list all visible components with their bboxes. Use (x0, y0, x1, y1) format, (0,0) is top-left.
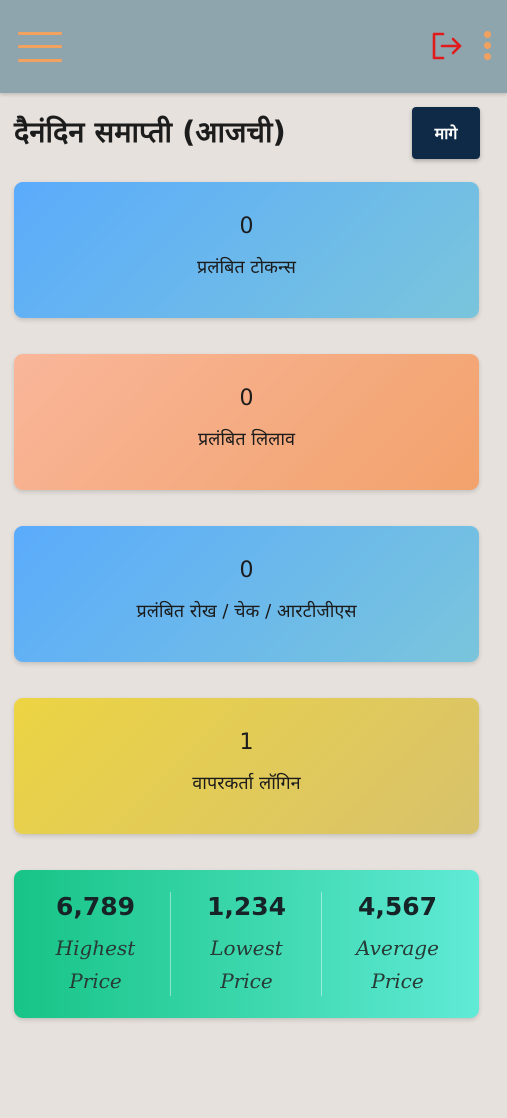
highest-price-stat: 6,789 Highest Price (18, 870, 173, 1018)
pending-auctions-card[interactable]: 0 प्रलंबित लिलाव (14, 354, 479, 490)
lowest-price-stat: 1,234 Lowest Price (169, 870, 324, 1018)
average-price-label-line2: Price (371, 969, 424, 993)
page-title: दैनंदिन समाप्ती (आजची) (14, 115, 286, 149)
price-summary-card: 6,789 Highest Price 1,234 Lowest Price 4… (14, 870, 479, 1018)
average-price-label-line1: Average (356, 936, 439, 960)
pending-payments-count: 0 (239, 558, 254, 583)
lowest-price-label-line1: Lowest (210, 936, 283, 960)
more-vertical-icon[interactable] (480, 29, 494, 63)
lowest-price-label-line2: Price (220, 969, 273, 993)
highest-price-label: Highest Price (18, 932, 173, 998)
pending-tokens-label: प्रलंबित टोकन्स (197, 257, 296, 278)
hamburger-menu-icon[interactable] (18, 30, 64, 64)
user-login-label: वापरकर्ता लॉगिन (192, 773, 301, 794)
average-price-value: 4,567 (357, 892, 438, 921)
app-bar (0, 0, 507, 93)
lowest-price-label: Lowest Price (169, 932, 324, 998)
average-price-stat: 4,567 Average Price (320, 870, 475, 1018)
back-button[interactable]: मागे (412, 107, 480, 159)
user-login-count: 1 (239, 730, 254, 755)
average-price-label: Average Price (320, 932, 475, 998)
lowest-price-value: 1,234 (206, 892, 287, 921)
pending-auctions-count: 0 (239, 386, 254, 411)
pending-auctions-label: प्रलंबित लिलाव (197, 429, 296, 450)
highest-price-value: 6,789 (55, 892, 136, 921)
pending-payments-card[interactable]: 0 प्रलंबित रोख / चेक / आरटीजीएस (14, 526, 479, 662)
highest-price-label-line1: Highest (55, 936, 136, 960)
pending-tokens-card[interactable]: 0 प्रलंबित टोकन्स (14, 182, 479, 318)
highest-price-label-line2: Price (69, 969, 122, 993)
logout-icon[interactable] (430, 30, 464, 62)
pending-tokens-count: 0 (239, 214, 254, 239)
pending-payments-label: प्रलंबित रोख / चेक / आरटीजीएस (136, 601, 357, 622)
user-login-card[interactable]: 1 वापरकर्ता लॉगिन (14, 698, 479, 834)
